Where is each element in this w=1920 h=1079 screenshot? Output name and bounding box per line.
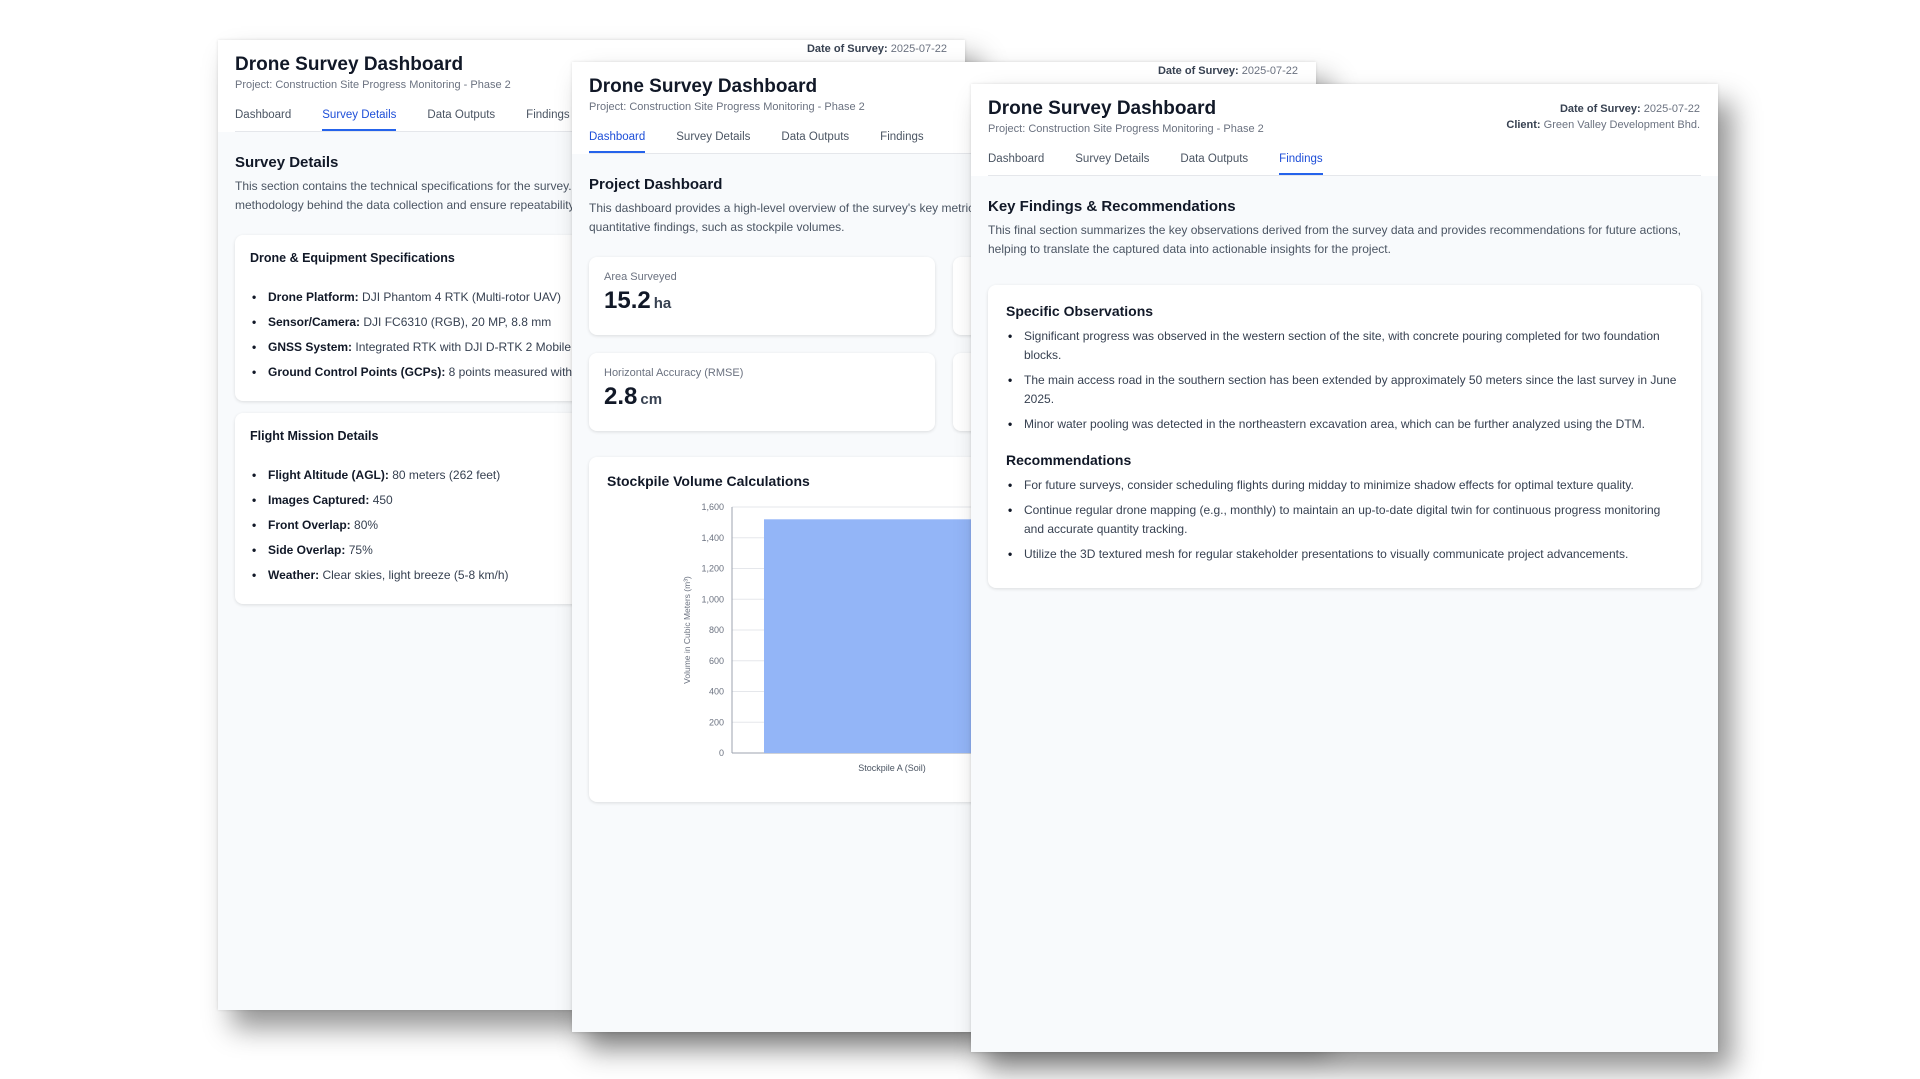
y-tick-label: 1,600: [701, 502, 724, 512]
list-item: Significant progress was observed in the…: [1006, 327, 1683, 365]
tab-dashboard[interactable]: Dashboard: [589, 131, 646, 153]
stat-value: 2.8 cm: [604, 383, 920, 411]
item-label: GNSS System:: [268, 340, 353, 354]
findings-card: Specific Observations Significant progre…: [988, 285, 1701, 588]
tab-survey-details[interactable]: Survey Details: [676, 131, 750, 153]
stat-card-area: Area Surveyed 15.2 ha: [589, 257, 935, 335]
y-tick-label: 400: [709, 687, 724, 697]
date-line: Date of Survey: 2025-07-22: [1506, 101, 1700, 117]
stat-number: 2.8: [604, 383, 638, 410]
item-label: Weather:: [268, 568, 320, 582]
list-item: The main access road in the southern sec…: [1006, 371, 1683, 409]
x-tick-label: Stockpile A (Soil): [858, 763, 926, 773]
date-label: Date of Survey:: [806, 43, 888, 55]
client-label: Client:: [1506, 119, 1541, 131]
item-value: 80%: [354, 518, 379, 532]
item-label: Side Overlap:: [268, 543, 346, 557]
tab-survey-details[interactable]: Survey Details: [322, 109, 397, 131]
list-item: For future surveys, consider scheduling …: [1006, 476, 1683, 495]
header: Drone Survey Dashboard Project: Construc…: [971, 84, 1718, 176]
stat-unit: cm: [640, 391, 663, 408]
findings-content: Key Findings & Recommendations This fina…: [971, 176, 1718, 610]
tab-data-outputs[interactable]: Data Outputs: [1180, 153, 1248, 175]
tab-bar: Dashboard Survey Details Data Outputs Fi…: [988, 153, 1701, 176]
list-item: Utilize the 3D textured mesh for regular…: [1006, 545, 1683, 564]
item-value: 75%: [348, 543, 373, 557]
y-tick-label: 600: [709, 656, 724, 666]
y-tick-label: 1,200: [701, 564, 724, 574]
list-item: Minor water pooling was detected in the …: [1006, 415, 1683, 434]
item-label: Front Overlap:: [268, 518, 351, 532]
tab-survey-details[interactable]: Survey Details: [1075, 153, 1149, 175]
y-tick-label: 1,400: [701, 533, 724, 543]
y-tick-label: 200: [709, 717, 724, 727]
stat-unit: ha: [653, 295, 672, 312]
y-tick-label: 800: [709, 625, 724, 635]
survey-meta: Date of Survey: 2025-07-22 Client: Green…: [1506, 101, 1700, 133]
stat-number: 15.2: [604, 287, 651, 314]
client-line: Client: Green Valley Development Bhd.: [1506, 117, 1700, 133]
date-value: 2025-07-22: [1643, 103, 1700, 115]
item-value: 450: [372, 493, 393, 507]
item-label: Drone Platform:: [268, 290, 359, 304]
tab-data-outputs[interactable]: Data Outputs: [781, 131, 849, 153]
recommendations-title: Recommendations: [1006, 452, 1132, 468]
section-title: Key Findings & Recommendations: [988, 198, 1236, 215]
list-item: Continue regular drone mapping (e.g., mo…: [1006, 501, 1683, 539]
observations-list: Significant progress was observed in the…: [1006, 327, 1683, 434]
item-label: Images Captured:: [268, 493, 370, 507]
survey-meta: Date of Survey: 2025-07-22: [807, 41, 947, 57]
date-value: 2025-07-22: [890, 43, 947, 55]
item-value: DJI Phantom 4 RTK (Multi-rotor UAV): [362, 290, 561, 304]
item-value: DJI FC6310 (RGB), 20 MP, 8.8 mm: [363, 315, 552, 329]
date-label: Date of Survey:: [1157, 65, 1239, 77]
tab-data-outputs[interactable]: Data Outputs: [427, 109, 495, 131]
y-axis-label: Volume in Cubic Meters (m³): [682, 576, 692, 684]
findings-window: Drone Survey Dashboard Project: Construc…: [971, 84, 1718, 1052]
item-label: Flight Altitude (AGL):: [268, 468, 389, 482]
observations-title: Specific Observations: [1006, 303, 1154, 319]
tab-dashboard[interactable]: Dashboard: [235, 109, 291, 131]
recommendations-list: For future surveys, consider scheduling …: [1006, 476, 1683, 564]
client-value: Green Valley Development Bhd.: [1543, 119, 1700, 131]
tab-dashboard[interactable]: Dashboard: [988, 153, 1044, 175]
date-label: Date of Survey:: [1559, 103, 1641, 115]
tab-findings[interactable]: Findings: [526, 109, 569, 131]
stat-label: Horizontal Accuracy (RMSE): [604, 367, 744, 379]
item-label: Ground Control Points (GCPs):: [268, 365, 446, 379]
y-tick-label: 1,000: [701, 594, 724, 604]
survey-meta: Date of Survey: 2025-07-22: [1158, 63, 1298, 79]
stat-card-accuracy: Horizontal Accuracy (RMSE) 2.8 cm: [589, 353, 935, 431]
tab-findings[interactable]: Findings: [1279, 153, 1323, 175]
item-value: 80 meters (262 feet): [392, 468, 501, 482]
item-value: Clear skies, light breeze (5-8 km/h): [322, 568, 509, 582]
tab-findings[interactable]: Findings: [880, 131, 923, 153]
y-tick-label: 0: [719, 748, 724, 758]
item-label: Sensor/Camera:: [268, 315, 361, 329]
stat-value: 15.2 ha: [604, 287, 920, 315]
stat-label: Area Surveyed: [604, 271, 677, 283]
section-description: This final section summarizes the key ob…: [988, 223, 1681, 256]
date-value: 2025-07-22: [1241, 65, 1298, 77]
